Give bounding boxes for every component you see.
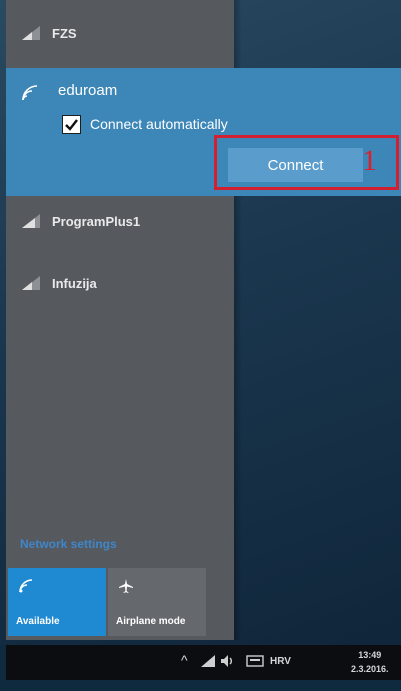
network-item-infuzija[interactable]: Infuzija	[6, 258, 234, 308]
wifi-icon	[18, 578, 34, 597]
tile-label: Available	[16, 616, 60, 627]
connect-automatically-checkbox[interactable]	[62, 115, 81, 134]
network-name: Infuzija	[52, 276, 97, 291]
connect-automatically-label: Connect automatically	[90, 116, 228, 132]
annotation-number: 1	[362, 144, 377, 177]
clock-date: 2.3.2016.	[351, 664, 389, 674]
network-item-programplus1[interactable]: ProgramPlus1	[6, 196, 234, 246]
show-hidden-icons-chevron-icon[interactable]: ^	[181, 652, 188, 687]
wifi-signal-icon	[20, 24, 42, 42]
wifi-toggle-tile[interactable]: Available	[8, 568, 106, 636]
input-language-indicator[interactable]: HRV	[270, 656, 291, 691]
wifi-signal-icon	[20, 274, 42, 292]
volume-icon[interactable]	[220, 654, 236, 689]
network-name: FZS	[52, 26, 77, 41]
taskbar: ^ HRV 13:49 2.3.2016.	[6, 645, 401, 680]
airplane-mode-tile[interactable]: Airplane mode	[108, 568, 206, 636]
clock[interactable]: 13:49 2.3.2016.	[351, 648, 389, 683]
clock-time: 13:49	[358, 650, 382, 660]
keyboard-icon[interactable]	[246, 654, 264, 689]
network-name: ProgramPlus1	[52, 214, 141, 229]
checkmark-icon	[65, 119, 78, 131]
airplane-icon	[118, 578, 134, 597]
network-item-fzs[interactable]: FZS	[6, 8, 234, 58]
network-settings-link[interactable]: Network settings	[20, 537, 117, 551]
network-name: eduroam	[58, 82, 118, 99]
wifi-signal-icon	[20, 212, 42, 230]
network-tray-icon[interactable]	[200, 654, 216, 689]
tile-label: Airplane mode	[116, 616, 186, 627]
wifi-signal-icon	[20, 84, 42, 102]
